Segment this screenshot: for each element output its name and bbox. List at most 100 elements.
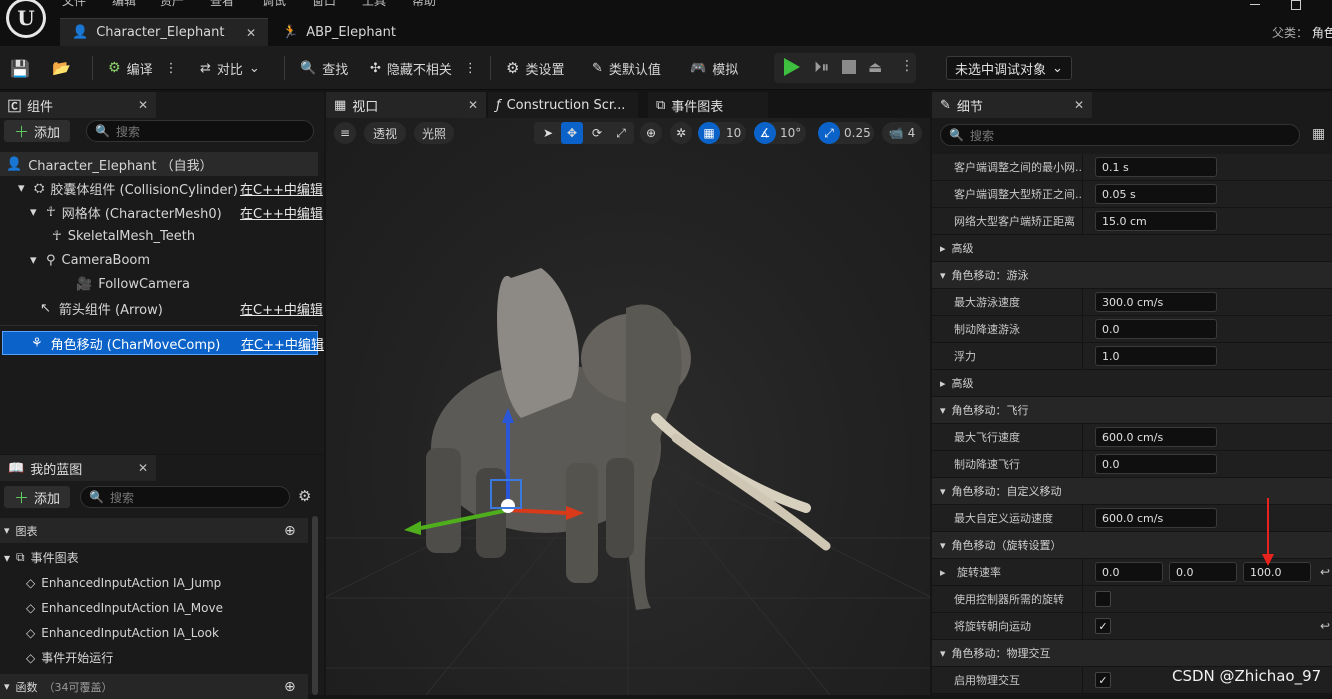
scale-tool-icon[interactable]: ⤢	[610, 122, 632, 144]
event-item[interactable]: ◇ EnhancedInputAction IA_Look	[26, 620, 219, 645]
coordinate-space-icon[interactable]: ⊕	[640, 122, 662, 144]
component-follow-camera[interactable]: 🎥 FollowCamera	[0, 272, 318, 296]
menu-debug[interactable]: 调试	[262, 0, 286, 9]
close-icon[interactable]: ✕	[1074, 98, 1084, 112]
menu-file[interactable]: 文件	[62, 0, 86, 9]
details-category-header[interactable]: ▾ 角色移动：游泳	[932, 262, 1332, 289]
property-checkbox[interactable]: ✓	[1095, 672, 1111, 688]
surface-snap-icon[interactable]: ✲	[670, 122, 692, 144]
compile-button[interactable]: ⚙ 编译 ⋮	[108, 56, 178, 80]
select-tool-icon[interactable]: ➤	[537, 122, 559, 144]
more-options-icon[interactable]: ⋮	[900, 58, 914, 74]
rotate-tool-icon[interactable]: ⟳	[586, 122, 608, 144]
details-search-input[interactable]: 🔍 搜索	[940, 124, 1300, 146]
diff-button[interactable]: ⇄ 对比 ⌄	[200, 56, 260, 80]
component-arrow[interactable]: ↖ 箭头组件 (Arrow) 在C++中编辑	[0, 296, 323, 320]
reset-to-default-icon[interactable]: ↩	[1320, 565, 1330, 579]
lit-button[interactable]: 光照	[414, 122, 454, 144]
details-tab[interactable]: ✎ 细节 ✕	[932, 92, 1092, 118]
play-icon[interactable]	[784, 58, 800, 76]
add-circle-icon[interactable]: ⊕	[284, 679, 296, 695]
property-value-input[interactable]: 1.0	[1095, 346, 1217, 366]
graphs-section-header[interactable]: ▾ 图表 ⊕	[0, 518, 308, 543]
move-tool-icon[interactable]: ✥	[561, 122, 583, 144]
tab-viewport[interactable]: ▦ 视口 ✕	[326, 92, 486, 118]
doc-tab-character-elephant[interactable]: 👤 Character_Elephant ✕	[60, 18, 268, 46]
doc-tab-abp-elephant[interactable]: 🏃 ABP_Elephant	[270, 18, 450, 46]
stop-icon[interactable]	[842, 60, 856, 74]
details-category-header[interactable]: ▾ 角色移动：飞行	[932, 397, 1332, 424]
edit-in-cpp-link[interactable]: 在C++中编辑	[240, 179, 323, 198]
property-value-input[interactable]: 600.0 cm/s	[1095, 508, 1217, 528]
details-advanced-expander[interactable]: ▸ 高级	[932, 235, 1332, 262]
property-value-input[interactable]: 600.0 cm/s	[1095, 427, 1217, 447]
gear-icon[interactable]: ⚙	[298, 487, 311, 505]
camera-speed-button[interactable]: 📹 4	[882, 122, 922, 144]
components-search-input[interactable]: 🔍 搜索	[86, 120, 314, 142]
simulate-button[interactable]: 🎮 模拟	[690, 56, 738, 80]
viewport-canvas[interactable]	[326, 118, 930, 695]
maximize-button[interactable]	[1291, 0, 1301, 10]
find-button[interactable]: 🔍 查找	[300, 56, 348, 80]
menu-view[interactable]: 查看	[210, 0, 234, 9]
event-item[interactable]: ◇ EnhancedInputAction IA_Jump	[26, 570, 221, 595]
rotation-y-input[interactable]: 0.0	[1169, 562, 1237, 582]
details-advanced-expander[interactable]: ▸ 高级	[932, 370, 1332, 397]
property-value-input[interactable]: 0.0	[1095, 319, 1217, 339]
step-icon[interactable]: ⏵⏸	[814, 58, 830, 76]
minimize-button[interactable]	[1250, 4, 1260, 5]
browse-button[interactable]: 📂	[52, 56, 71, 80]
blueprint-search-input[interactable]: 🔍 搜索	[80, 486, 290, 508]
parent-class-value[interactable]: 角色	[1312, 26, 1332, 40]
more-options-icon[interactable]: ⋮	[165, 61, 178, 76]
eject-icon[interactable]: ⏏	[868, 58, 886, 76]
property-checkbox[interactable]	[1095, 591, 1111, 607]
details-category-header[interactable]: ▾ 角色移动：物理交互	[932, 640, 1332, 667]
menu-edit[interactable]: 编辑	[112, 0, 136, 9]
event-item[interactable]: ◇ EnhancedInputAction IA_Move	[26, 595, 223, 620]
edit-in-cpp-link[interactable]: 在C++中编辑	[241, 334, 324, 353]
chevron-right-icon[interactable]: ▸	[940, 566, 949, 579]
grid-snap-button[interactable]: ▦ 10	[698, 122, 746, 144]
event-item[interactable]: ◇ 事件开始运行	[26, 645, 113, 670]
event-graph-item[interactable]: ▾ ⧉ 事件图表	[4, 545, 79, 570]
property-value-input[interactable]: 0.1 s	[1095, 157, 1217, 177]
close-icon[interactable]: ✕	[468, 98, 478, 112]
menu-tools[interactable]: 工具	[362, 0, 386, 9]
viewport-menu-button[interactable]: ≡	[334, 122, 356, 144]
add-blueprint-item-button[interactable]: ＋ 添加	[4, 486, 71, 508]
debug-object-dropdown[interactable]: 未选中调试对象 ⌄	[946, 56, 1072, 80]
tab-event-graph[interactable]: ⧉ 事件图表	[648, 92, 768, 118]
add-component-button[interactable]: ＋ 添加	[4, 120, 71, 142]
edit-in-cpp-link[interactable]: 在C++中编辑	[240, 299, 323, 318]
scrollbar[interactable]	[312, 516, 318, 695]
component-capsule[interactable]: ▾ ⛭ 胶囊体组件 (CollisionCylinder) 在C++中编辑	[0, 176, 323, 200]
menu-help[interactable]: 帮助	[412, 0, 436, 9]
property-value-input[interactable]: 0.0	[1095, 454, 1217, 474]
close-icon[interactable]: ✕	[246, 26, 256, 40]
tab-construction-script[interactable]: ƒ Construction Scr...	[488, 92, 638, 118]
rotation-snap-button[interactable]: ∡ 10°	[754, 122, 806, 144]
menu-window[interactable]: 窗口	[312, 0, 336, 9]
property-checkbox[interactable]: ✓	[1095, 618, 1111, 634]
rotation-x-input[interactable]: 0.0	[1095, 562, 1163, 582]
reset-to-default-icon[interactable]: ↩	[1320, 619, 1330, 633]
elephant-model[interactable]	[426, 268, 831, 610]
grid-view-icon[interactable]: ▦	[1312, 126, 1325, 142]
property-value-input[interactable]: 300.0 cm/s	[1095, 292, 1217, 312]
more-options-icon[interactable]: ⋮	[464, 61, 477, 76]
scale-snap-button[interactable]: ⤢ 0.25	[818, 122, 874, 144]
my-blueprint-tab[interactable]: 📖 我的蓝图 ✕	[0, 455, 156, 481]
functions-section-header[interactable]: ▾ 函数 （34可覆盖） ⊕	[0, 674, 308, 699]
component-camera-boom[interactable]: ▾ ⚲ CameraBoom	[0, 248, 318, 272]
property-value-input[interactable]: 15.0 cm	[1095, 211, 1217, 231]
perspective-button[interactable]: 透视	[364, 122, 406, 144]
components-tab[interactable]: 🄲 组件 ✕	[0, 92, 156, 118]
save-button[interactable]: 💾	[10, 56, 30, 80]
edit-in-cpp-link[interactable]: 在C++中编辑	[240, 203, 323, 222]
class-defaults-button[interactable]: ✎ 类默认值	[592, 56, 661, 80]
add-circle-icon[interactable]: ⊕	[284, 523, 296, 539]
component-teeth[interactable]: ☥ SkeletalMesh_Teeth	[0, 224, 318, 248]
menu-asset[interactable]: 资产	[160, 0, 184, 9]
close-icon[interactable]: ✕	[138, 461, 148, 475]
